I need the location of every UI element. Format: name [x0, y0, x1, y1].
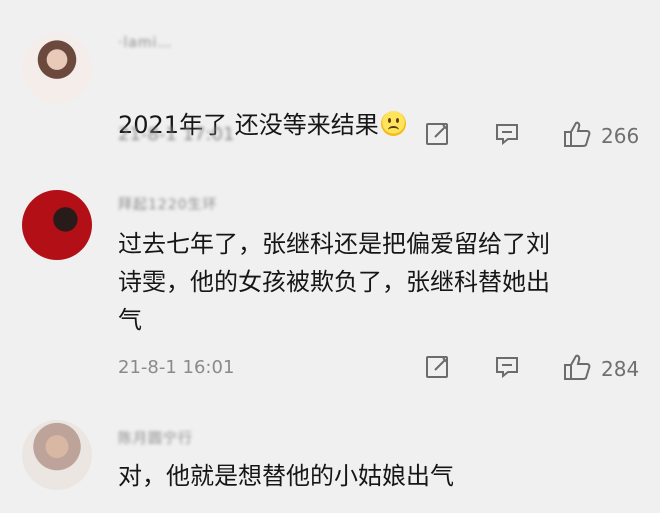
comment-meta: 21-8-1 16:01 284 — [118, 353, 643, 387]
username[interactable]: 陈月圆宁行 — [118, 428, 193, 448]
thumbs-up-icon[interactable] — [561, 118, 593, 150]
avatar[interactable] — [22, 420, 92, 490]
comment-meta: 21-8-1 17:01 266 — [118, 120, 643, 154]
edit-icon[interactable] — [424, 353, 452, 381]
username[interactable]: 拜起1220生环 — [118, 194, 218, 214]
avatar[interactable] — [22, 33, 92, 103]
comment-text: 过去七年了，张继科还是把偏爱留给了刘 诗雯，他的女孩被欺负了，张继科替她出 气 — [118, 230, 550, 334]
comment-text: 对，他就是想替他的小姑娘出气 — [118, 462, 454, 490]
comment-icon[interactable] — [493, 120, 521, 148]
timestamp: 21-8-1 16:01 — [118, 357, 235, 378]
like-count: 266 — [601, 124, 640, 148]
thumbs-up-icon[interactable] — [561, 351, 593, 383]
timestamp: 21-8-1 17:01 — [118, 124, 235, 145]
comment-icon[interactable] — [493, 353, 521, 381]
like-count: 284 — [601, 357, 640, 381]
edit-icon[interactable] — [424, 120, 452, 148]
username[interactable]: ·lami… — [118, 35, 172, 51]
avatar[interactable] — [22, 190, 92, 260]
